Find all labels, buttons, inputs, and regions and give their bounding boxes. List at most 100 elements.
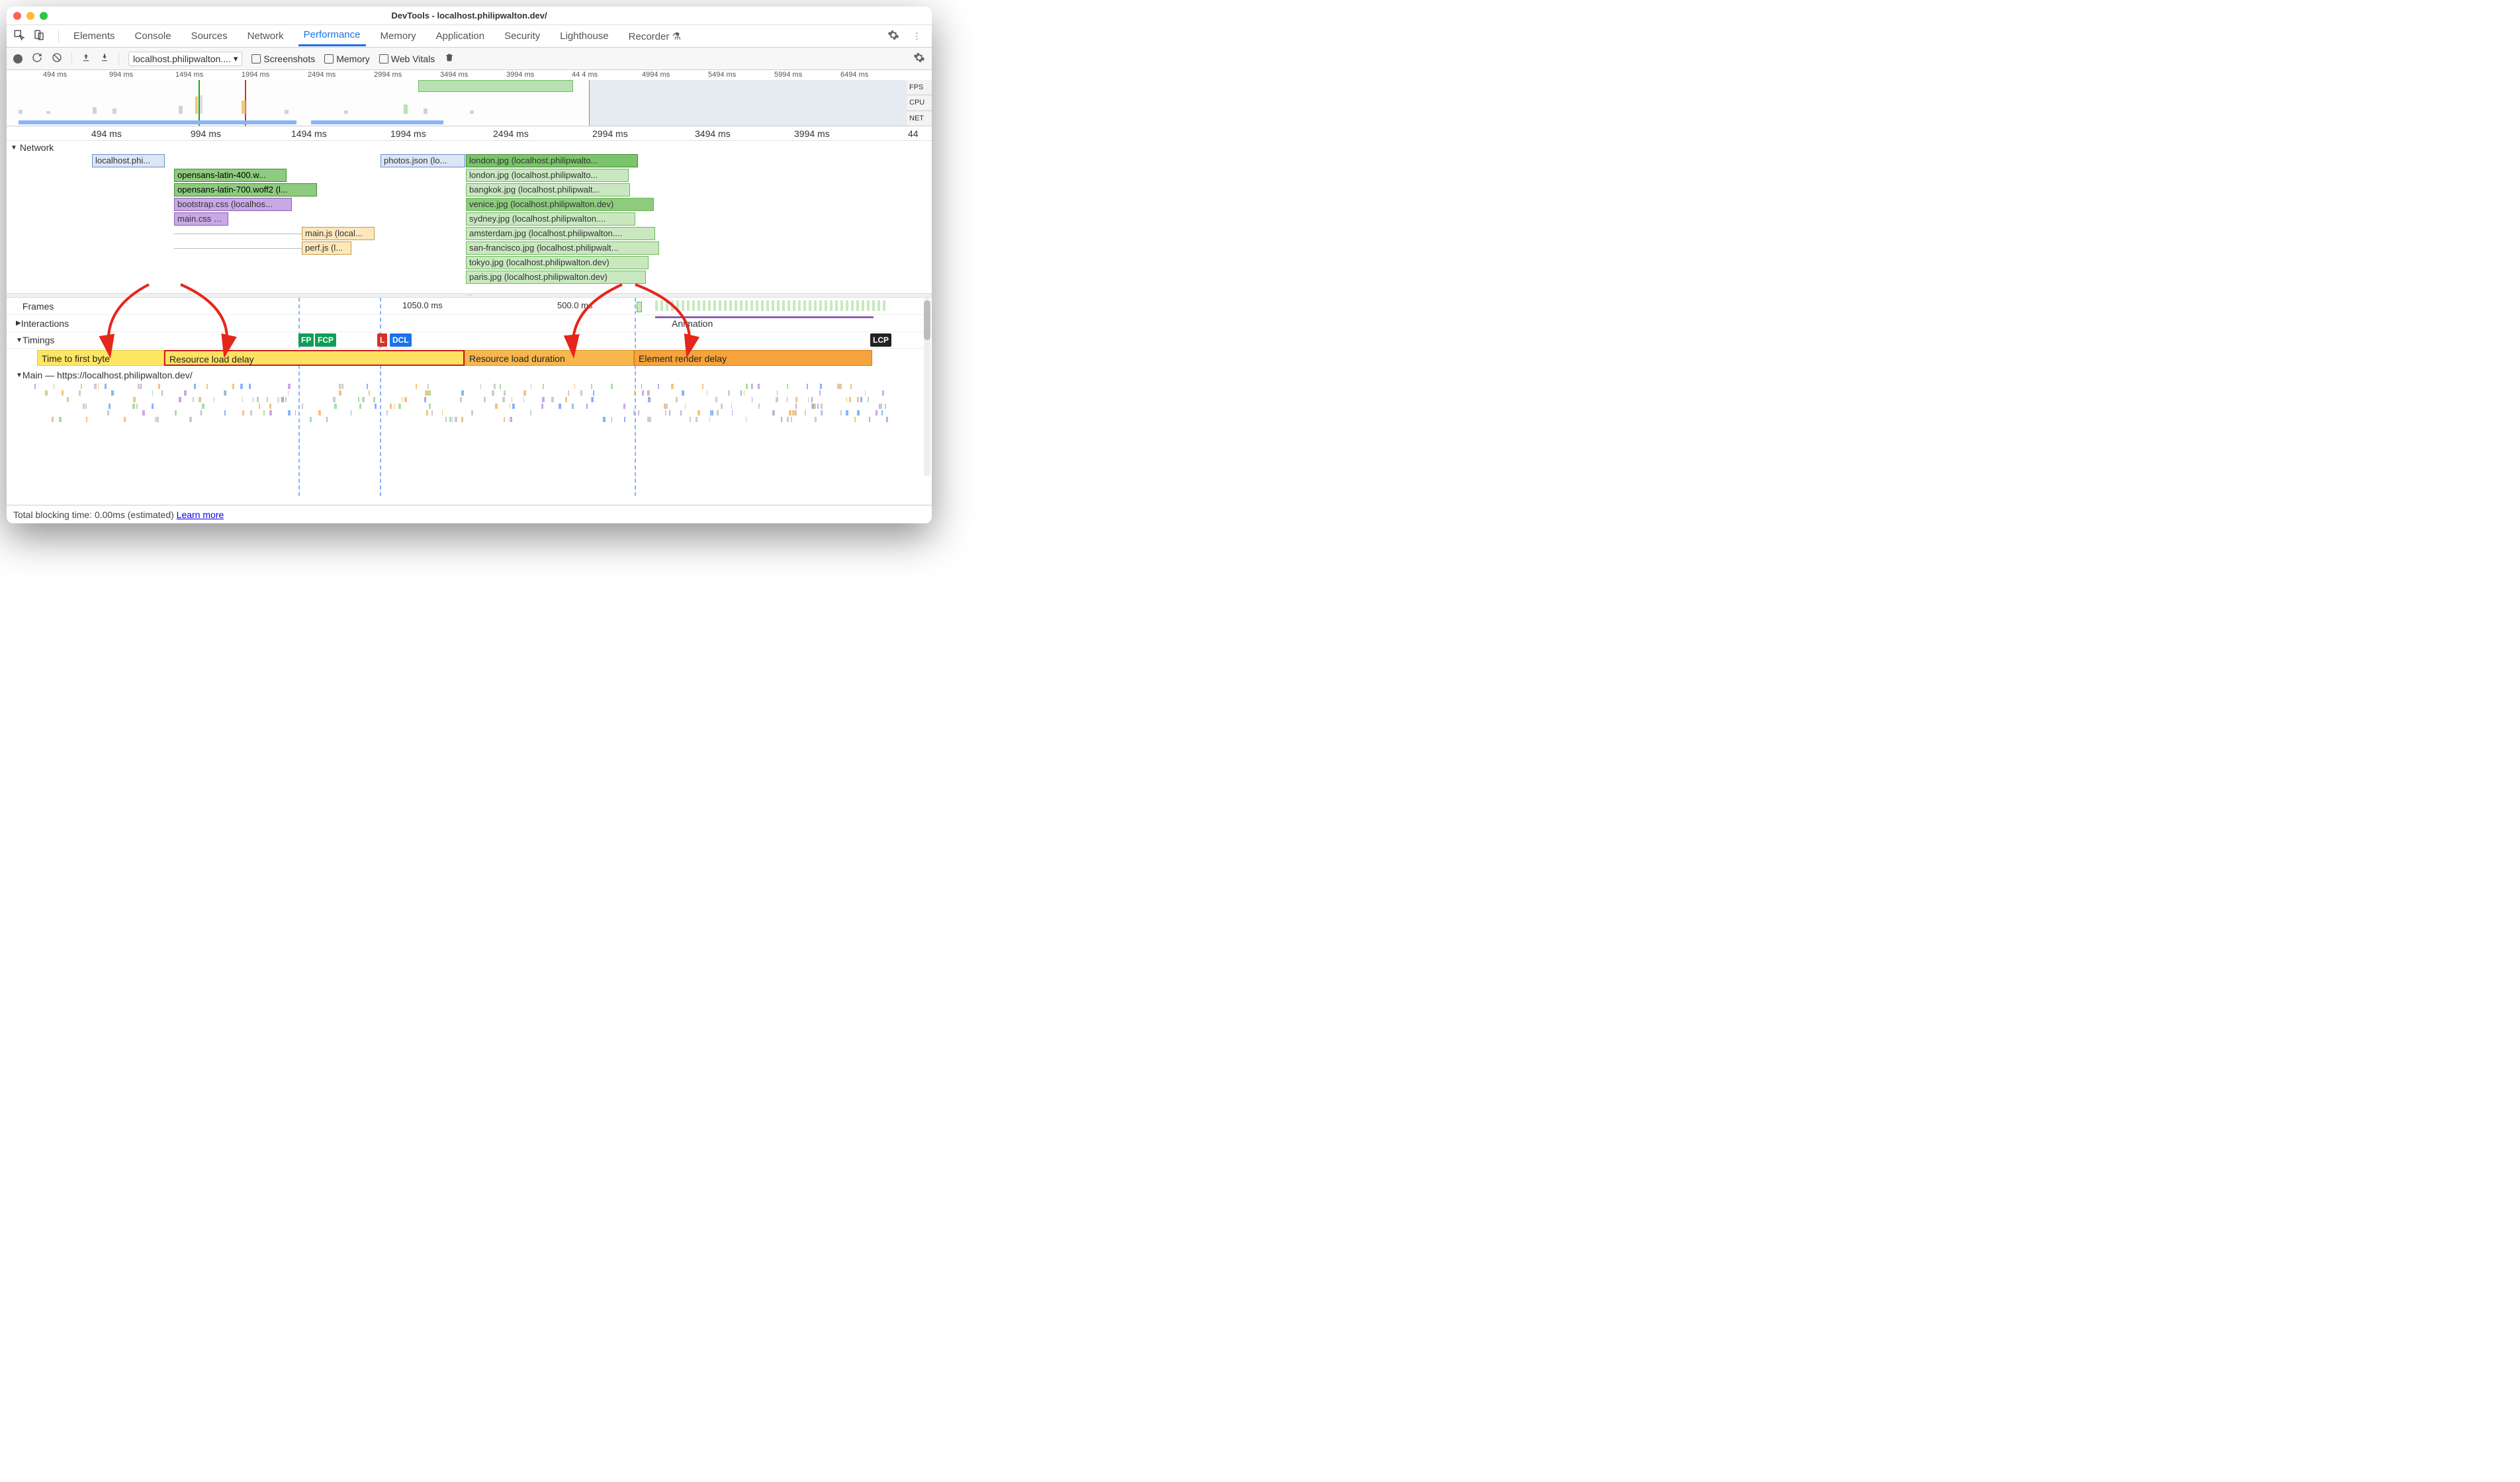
tab-lighthouse[interactable]: Lighthouse bbox=[555, 28, 613, 44]
network-waterfall[interactable]: localhost.phi...opensans-latin-400.w...o… bbox=[37, 154, 932, 293]
flame-bar[interactable] bbox=[559, 404, 561, 409]
flame-bar[interactable] bbox=[484, 397, 485, 402]
record-button[interactable] bbox=[13, 54, 22, 64]
frames-row[interactable]: ▼ Frames 1050.0 ms 500.0 ms bbox=[7, 298, 932, 315]
flame-bar[interactable] bbox=[161, 390, 163, 396]
flame-bar[interactable] bbox=[206, 384, 208, 389]
flame-bar[interactable] bbox=[611, 384, 613, 389]
segment-element-render-delay[interactable]: Element render delay bbox=[634, 350, 872, 366]
flame-bar[interactable] bbox=[199, 397, 201, 402]
flame-bar[interactable] bbox=[787, 417, 789, 422]
flame-bar[interactable] bbox=[665, 410, 666, 415]
flame-bar[interactable] bbox=[868, 397, 869, 402]
flame-bar[interactable] bbox=[580, 390, 582, 396]
flame-bar[interactable] bbox=[184, 390, 186, 396]
scrollbar-thumb[interactable] bbox=[924, 300, 930, 340]
network-request[interactable]: tokyo.jpg (localhost.philipwalton.dev) bbox=[466, 256, 649, 269]
device-toggle-icon[interactable] bbox=[33, 29, 45, 43]
flame-bar[interactable] bbox=[795, 397, 798, 402]
flame-bar[interactable] bbox=[455, 417, 457, 422]
flame-bar[interactable] bbox=[774, 410, 775, 415]
flame-bar[interactable] bbox=[815, 417, 817, 422]
flame-bar[interactable] bbox=[512, 404, 515, 409]
flame-bar[interactable] bbox=[263, 410, 265, 415]
flame-bar[interactable] bbox=[339, 384, 341, 389]
network-request[interactable]: bangkok.jpg (localhost.philipwalt... bbox=[466, 183, 630, 196]
flame-bar[interactable] bbox=[318, 410, 321, 415]
segment-ttfb[interactable]: Time to first byte bbox=[37, 350, 164, 366]
flame-bar[interactable] bbox=[807, 384, 808, 389]
flame-bar[interactable] bbox=[634, 390, 635, 396]
flame-bar[interactable] bbox=[811, 397, 813, 402]
flame-bar[interactable] bbox=[702, 384, 703, 389]
flame-bar[interactable] bbox=[461, 417, 463, 422]
flame-bar[interactable] bbox=[249, 384, 251, 389]
flame-bar[interactable] bbox=[682, 390, 684, 396]
flame-bar[interactable] bbox=[541, 404, 544, 409]
flame-bar[interactable] bbox=[814, 404, 816, 409]
flame-bar[interactable] bbox=[201, 410, 202, 415]
flame-bar[interactable] bbox=[46, 390, 48, 396]
flame-bar[interactable] bbox=[658, 384, 659, 389]
flame-bar[interactable] bbox=[787, 397, 788, 402]
trash-icon[interactable] bbox=[444, 52, 455, 65]
flame-bar[interactable] bbox=[373, 397, 375, 402]
marker-fp[interactable]: FP bbox=[298, 333, 314, 347]
flame-bar[interactable] bbox=[664, 404, 665, 409]
flame-bar[interactable] bbox=[52, 417, 54, 422]
flame-bar[interactable] bbox=[510, 417, 512, 422]
flame-bar[interactable] bbox=[333, 397, 335, 402]
flame-bar[interactable] bbox=[94, 384, 97, 389]
clear-icon[interactable] bbox=[52, 52, 62, 65]
flame-bar[interactable] bbox=[62, 390, 64, 396]
flame-bar[interactable] bbox=[214, 397, 215, 402]
web-vitals-checkbox[interactable]: Web Vitals bbox=[379, 54, 435, 64]
flame-bar[interactable] bbox=[865, 390, 866, 396]
flame-bar[interactable] bbox=[449, 417, 451, 422]
flame-bar[interactable] bbox=[310, 417, 312, 422]
learn-more-link[interactable]: Learn more bbox=[177, 509, 224, 520]
flame-bar[interactable] bbox=[471, 410, 473, 415]
flame-bar[interactable] bbox=[288, 384, 290, 389]
network-request[interactable]: venice.jpg (localhost.philipwalton.dev) bbox=[466, 198, 654, 211]
flame-bar[interactable] bbox=[565, 397, 567, 402]
flame-bar[interactable] bbox=[86, 417, 87, 422]
flame-bar[interactable] bbox=[288, 390, 289, 396]
flame-bar[interactable] bbox=[202, 404, 204, 409]
flame-bar[interactable] bbox=[879, 404, 881, 409]
flame-bar[interactable] bbox=[789, 410, 791, 415]
network-request[interactable]: london.jpg (localhost.philipwalto... bbox=[466, 169, 629, 182]
flame-bar[interactable] bbox=[568, 390, 569, 396]
lcp-breakdown-row[interactable]: Time to first byte Resource load delay R… bbox=[7, 348, 932, 368]
flame-bar[interactable] bbox=[623, 404, 625, 409]
flame-bar[interactable] bbox=[339, 390, 341, 396]
main-thread-header[interactable]: ▼ Main — https://localhost.philipwalton.… bbox=[7, 368, 932, 382]
flame-bar[interactable] bbox=[860, 397, 862, 402]
flame-bar[interactable] bbox=[425, 390, 427, 396]
flame-bar[interactable] bbox=[857, 410, 860, 415]
flame-bar[interactable] bbox=[495, 404, 497, 409]
flame-bar[interactable] bbox=[593, 390, 594, 396]
flame-bar[interactable] bbox=[193, 397, 194, 402]
memory-checkbox[interactable]: Memory bbox=[324, 54, 370, 64]
flame-bar[interactable] bbox=[523, 390, 525, 396]
flame-bar[interactable] bbox=[250, 410, 253, 415]
flame-bar[interactable] bbox=[721, 404, 723, 409]
flame-bar[interactable] bbox=[156, 417, 159, 422]
flame-bar[interactable] bbox=[869, 417, 870, 422]
flame-bar[interactable] bbox=[543, 384, 544, 389]
flame-bar[interactable] bbox=[854, 417, 856, 422]
network-request[interactable]: main.js (local... bbox=[302, 227, 375, 240]
flame-bar[interactable] bbox=[285, 397, 287, 402]
tab-memory[interactable]: Memory bbox=[375, 28, 422, 44]
flame-bar[interactable] bbox=[85, 404, 87, 409]
flame-bar[interactable] bbox=[281, 397, 284, 402]
segment-resource-load-duration[interactable]: Resource load duration bbox=[465, 350, 634, 366]
flame-bar[interactable] bbox=[642, 390, 644, 396]
flame-bar[interactable] bbox=[641, 384, 643, 389]
flame-bar[interactable] bbox=[81, 384, 82, 389]
flame-bar[interactable] bbox=[452, 417, 453, 422]
flame-bar[interactable] bbox=[107, 410, 109, 415]
flame-bar[interactable] bbox=[671, 384, 673, 389]
flame-bar[interactable] bbox=[624, 417, 625, 422]
